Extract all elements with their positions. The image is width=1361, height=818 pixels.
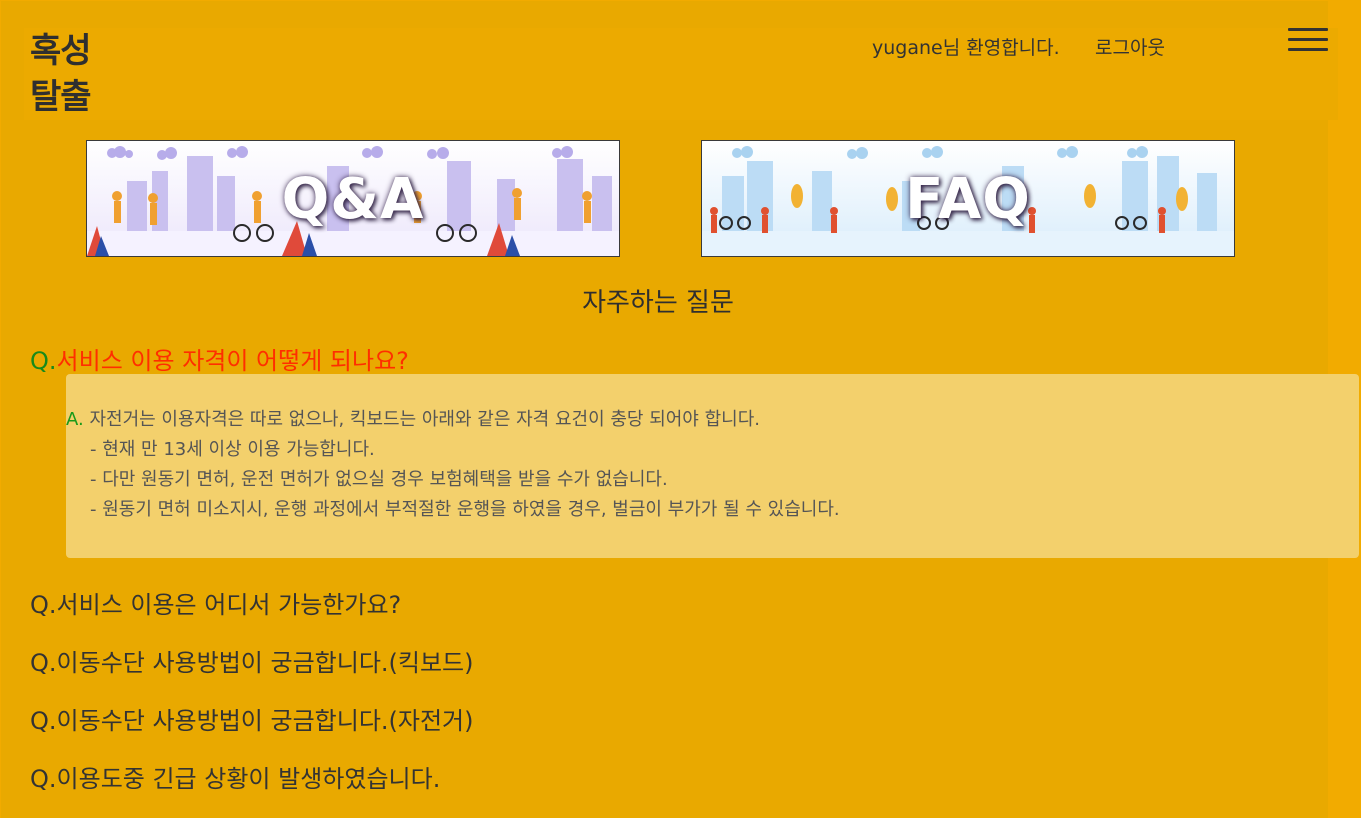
hamburger-menu-icon[interactable]: [1288, 26, 1328, 54]
faq-question[interactable]: Q.이용도중 긴급 상황이 발생하였습니다.: [30, 759, 440, 794]
faq-question[interactable]: Q.서비스 이용은 어디서 가능한가요?: [30, 585, 401, 620]
answer-line: - 다만 원동기 면허, 운전 면허가 없으실 경우 보험혜택을 받을 수가 없…: [90, 469, 668, 490]
question-text: 서비스 이용 자격이 어떻게 되나요?: [56, 347, 409, 375]
question-marker: Q.: [30, 707, 57, 735]
faq-question-active[interactable]: Q.서비스 이용 자격이 어떻게 되나요?: [30, 341, 409, 376]
answer-line: - 원동기 면허 미소지시, 운행 과정에서 부적절한 운행을 하였을 경우, …: [90, 499, 840, 520]
qna-banner-title: Q&A: [281, 167, 425, 232]
welcome-message: yugane님 환영합니다.: [872, 37, 1060, 59]
site-logo[interactable]: 혹성 탈출: [30, 28, 92, 120]
question-text: 이용도중 긴급 상황이 발생하였습니다.: [56, 765, 441, 793]
qna-banner[interactable]: Q&A: [86, 140, 620, 257]
logo-line-1: 혹성: [30, 31, 92, 71]
question-text: 이동수단 사용방법이 궁금합니다.(자전거): [56, 707, 474, 735]
page-title: 자주하는 질문: [582, 288, 734, 318]
question-marker: Q.: [30, 347, 57, 375]
logo-line-2: 탈출: [30, 77, 92, 117]
logout-link[interactable]: 로그아웃: [1095, 33, 1165, 60]
answer-line: - 현재 만 13세 이상 이용 가능합니다.: [90, 439, 375, 460]
answer-line: 자전거는 이용자격은 따로 없으나, 킥보드는 아래와 같은 자격 요건이 충당…: [89, 409, 760, 430]
faq-banner[interactable]: FAQ: [701, 140, 1235, 257]
answer-marker: A.: [66, 409, 84, 430]
faq-question[interactable]: Q.이동수단 사용방법이 궁금합니다.(자전거): [30, 701, 474, 736]
faq-banner-title: FAQ: [905, 167, 1031, 232]
answer-content: A. 자전거는 이용자격은 따로 없으나, 킥보드는 아래와 같은 자격 요건이…: [66, 405, 840, 525]
question-marker: Q.: [30, 649, 57, 677]
question-marker: Q.: [30, 591, 57, 619]
faq-question[interactable]: Q.이동수단 사용방법이 궁금합니다.(킥보드): [30, 643, 474, 678]
question-text: 서비스 이용은 어디서 가능한가요?: [56, 591, 402, 619]
question-text: 이동수단 사용방법이 궁금합니다.(킥보드): [56, 649, 474, 677]
question-marker: Q.: [30, 765, 57, 793]
